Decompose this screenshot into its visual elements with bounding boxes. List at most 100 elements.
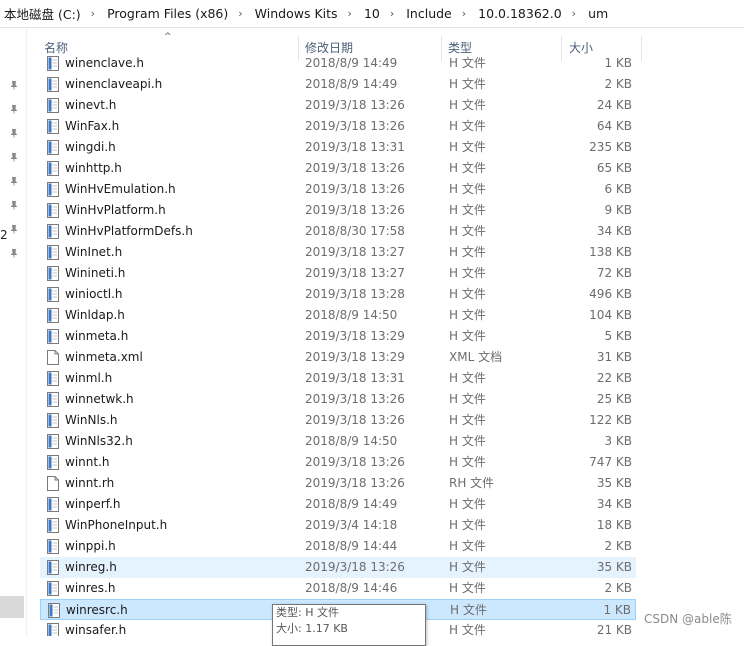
- file-type: H 文件: [449, 245, 486, 259]
- file-row[interactable]: winml.h 2019/3/18 13:31 H 文件 22 KB: [40, 368, 636, 389]
- h-file-icon: [47, 603, 61, 618]
- file-date: 2019/3/18 13:26: [305, 119, 405, 133]
- file-date: 2019/3/18 13:27: [305, 245, 405, 259]
- file-name: winioctl.h: [65, 287, 123, 301]
- pin-icon[interactable]: [9, 224, 19, 236]
- h-file-icon: [46, 560, 60, 575]
- breadcrumb-item[interactable]: 本地磁盘 (C:): [0, 4, 85, 23]
- file-size: 2 KB: [604, 539, 632, 553]
- file-row[interactable]: Winldap.h 2018/8/9 14:50 H 文件 104 KB: [40, 305, 636, 326]
- file-row[interactable]: winenclaveapi.h 2018/8/9 14:49 H 文件 2 KB: [40, 74, 636, 95]
- file-row[interactable]: WinHvEmulation.h 2019/3/18 13:26 H 文件 6 KB: [40, 179, 636, 200]
- file-tooltip: 类型: H 文件 大小: 1.17 KB: [272, 604, 426, 646]
- file-row[interactable]: winppi.h 2018/8/9 14:44 H 文件 2 KB: [40, 536, 636, 557]
- breadcrumb-item[interactable]: um: [582, 6, 612, 21]
- breadcrumb-item[interactable]: Include: [400, 6, 456, 21]
- file-size: 34 KB: [596, 224, 632, 238]
- h-file-icon: [46, 161, 60, 176]
- file-row[interactable]: WinHvPlatform.h 2019/3/18 13:26 H 文件 9 KB: [40, 200, 636, 221]
- file-size: 31 KB: [596, 350, 632, 364]
- pin-icon[interactable]: [9, 152, 19, 164]
- file-row[interactable]: winhttp.h 2019/3/18 13:26 H 文件 65 KB: [40, 158, 636, 179]
- file-date: 2019/3/18 13:26: [305, 455, 405, 469]
- file-row[interactable]: winnt.rh 2019/3/18 13:26 RH 文件 35 KB: [40, 473, 636, 494]
- file-date: 2018/8/9 14:46: [305, 581, 398, 595]
- chevron-right-icon[interactable]: ›: [566, 7, 582, 20]
- pin-icon[interactable]: [9, 200, 19, 212]
- pin-icon[interactable]: [9, 176, 19, 188]
- file-name: WinNls.h: [65, 413, 118, 427]
- chevron-right-icon[interactable]: ›: [456, 7, 472, 20]
- file-row[interactable]: winnt.h 2019/3/18 13:26 H 文件 747 KB: [40, 452, 636, 473]
- file-type: H 文件: [449, 434, 486, 448]
- pin-icon[interactable]: [9, 80, 19, 92]
- file-size: 496 KB: [589, 287, 632, 301]
- file-name: WinFax.h: [65, 119, 120, 133]
- file-row[interactable]: wingdi.h 2019/3/18 13:31 H 文件 235 KB: [40, 137, 636, 158]
- file-row[interactable]: winmeta.h 2019/3/18 13:29 H 文件 5 KB: [40, 326, 636, 347]
- file-row[interactable]: winnetwk.h 2019/3/18 13:26 H 文件 25 KB: [40, 389, 636, 410]
- file-name: winmeta.h: [65, 329, 129, 343]
- chevron-right-icon[interactable]: ›: [85, 7, 101, 20]
- file-type: H 文件: [449, 77, 486, 91]
- file-row[interactable]: WinNls.h 2019/3/18 13:26 H 文件 122 KB: [40, 410, 636, 431]
- file-row[interactable]: WinInet.h 2019/3/18 13:27 H 文件 138 KB: [40, 242, 636, 263]
- file-type: H 文件: [449, 203, 486, 217]
- file-date: 2019/3/18 13:31: [305, 140, 405, 154]
- file-row[interactable]: winenclave.h 2018/8/9 14:49 H 文件 1 KB: [40, 56, 636, 74]
- file-size: 6 KB: [604, 182, 632, 196]
- file-size: 65 KB: [596, 161, 632, 175]
- file-type: H 文件: [450, 603, 487, 617]
- breadcrumb-item[interactable]: 10.0.18362.0: [472, 6, 566, 21]
- h-file-icon: [46, 413, 60, 428]
- h-file-icon: [46, 623, 60, 636]
- h-file-icon: [46, 140, 60, 155]
- rh-file-icon: [46, 476, 60, 491]
- h-file-icon: [46, 539, 60, 554]
- file-row[interactable]: WinNls32.h 2018/8/9 14:50 H 文件 3 KB: [40, 431, 636, 452]
- file-row[interactable]: winperf.h 2018/8/9 14:49 H 文件 34 KB: [40, 494, 636, 515]
- breadcrumb-item[interactable]: Program Files (x86): [101, 6, 232, 21]
- file-row[interactable]: WinPhoneInput.h 2019/3/4 14:18 H 文件 18 KB: [40, 515, 636, 536]
- file-name: winres.h: [65, 581, 116, 595]
- sort-ascending-icon: ^: [164, 32, 172, 42]
- breadcrumb-item[interactable]: 10: [358, 6, 384, 21]
- file-row[interactable]: winevt.h 2019/3/18 13:26 H 文件 24 KB: [40, 95, 636, 116]
- chevron-right-icon[interactable]: ›: [232, 7, 248, 20]
- chevron-right-icon[interactable]: ›: [384, 7, 400, 20]
- file-name: WinHvPlatform.h: [65, 203, 166, 217]
- file-row[interactable]: winres.h 2018/8/9 14:46 H 文件 2 KB: [40, 578, 636, 599]
- file-row[interactable]: WinHvPlatformDefs.h 2018/8/30 17:58 H 文件 34…: [40, 221, 636, 242]
- file-row[interactable]: WinFax.h 2019/3/18 13:26 H 文件 64 KB: [40, 116, 636, 137]
- file-size: 747 KB: [589, 455, 632, 469]
- file-name: WinHvPlatformDefs.h: [65, 224, 193, 238]
- file-list[interactable]: winenclave.h 2018/8/9 14:49 H 文件 1 KB winenc…: [40, 56, 644, 636]
- pin-icon[interactable]: [9, 104, 19, 116]
- nav-pane-scroll-thumb[interactable]: [0, 596, 24, 618]
- pin-icon[interactable]: [9, 128, 19, 140]
- file-type: H 文件: [449, 623, 486, 636]
- file-type: H 文件: [449, 497, 486, 511]
- file-type: H 文件: [449, 539, 486, 553]
- file-row[interactable]: winioctl.h 2019/3/18 13:28 H 文件 496 KB: [40, 284, 636, 305]
- file-date: 2019/3/18 13:29: [305, 350, 405, 364]
- nav-pane-number: 2: [0, 228, 8, 242]
- file-size: 35 KB: [596, 476, 632, 490]
- file-row[interactable]: winreg.h 2019/3/18 13:26 H 文件 35 KB: [40, 557, 636, 578]
- h-file-icon: [46, 98, 60, 113]
- pin-icon[interactable]: [9, 248, 19, 260]
- chevron-right-icon[interactable]: ›: [342, 7, 358, 20]
- file-row[interactable]: winmeta.xml 2019/3/18 13:29 XML 文档 31 KB: [40, 347, 636, 368]
- file-type: H 文件: [449, 392, 486, 406]
- file-row[interactable]: Winineti.h 2019/3/18 13:27 H 文件 72 KB: [40, 263, 636, 284]
- file-date: 2019/3/18 13:26: [305, 560, 405, 574]
- file-date: 2019/3/18 13:26: [305, 98, 405, 112]
- file-name: winenclaveapi.h: [65, 77, 163, 91]
- file-type: H 文件: [449, 56, 486, 70]
- breadcrumb-item[interactable]: Windows Kits: [249, 6, 342, 21]
- h-file-icon: [46, 182, 60, 197]
- file-name: WinInet.h: [65, 245, 123, 259]
- file-date: 2019/3/18 13:27: [305, 266, 405, 280]
- address-breadcrumb[interactable]: 本地磁盘 (C:) › Program Files (x86) › Windows Ki…: [0, 0, 744, 28]
- file-size: 34 KB: [596, 497, 632, 511]
